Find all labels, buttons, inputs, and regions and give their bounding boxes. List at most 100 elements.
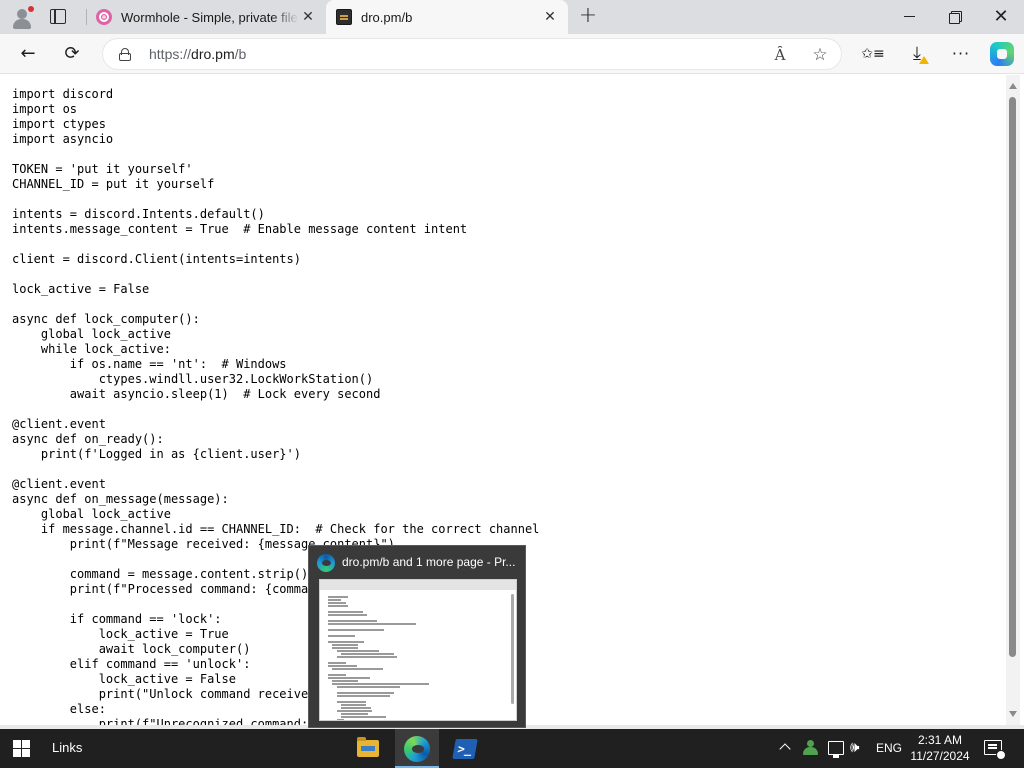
code-line: @client.event [12,417,106,431]
preview-code-line [328,623,417,625]
wormhole-icon [96,9,112,25]
code-line: print(f"Processed command: {command}") [69,582,345,596]
preview-code-line [328,674,347,676]
preview-code-line [328,596,348,598]
preview-code-line [336,701,367,703]
clock-time: 2:31 AM [917,733,963,747]
preview-code-line [328,605,348,607]
lock-icon[interactable] [119,48,131,61]
taskbar-file-explorer[interactable] [346,729,390,768]
read-aloud-icon[interactable]: Ȃ [769,44,791,66]
code-line: async def on_message(message): [12,492,229,506]
url-host: dro.pm [191,46,235,62]
preview-code-line [332,644,358,646]
code-line: intents = discord.Intents.default() [12,207,265,221]
taskbar-edge[interactable] [395,729,439,768]
tab-close-icon[interactable]: ✕ [300,9,316,25]
scroll-down-icon[interactable] [1009,711,1017,717]
taskbar-thumbnail-preview[interactable]: dro.pm/b and 1 more page - Pr... [308,545,526,728]
code-line: lock_active = False [12,282,150,296]
code-line: import asyncio [12,132,114,146]
preview-code-line [332,680,358,682]
code-line: else: [69,702,106,716]
code-line: while lock_active: [40,342,171,356]
copilot-icon[interactable] [990,42,1014,66]
favorite-star-icon[interactable]: ☆ [809,44,831,66]
volume-icon[interactable]: 🕪 [850,738,859,768]
profile-avatar-icon[interactable] [10,6,34,30]
back-button[interactable]: ← [16,42,40,66]
url-text[interactable]: https://dro.pm/b [149,46,246,62]
code-line: global lock_active [40,507,171,521]
vertical-scrollbar[interactable] [1006,75,1020,725]
preview-code-line [336,650,379,652]
system-clock[interactable]: 2:31 AM 11/27/2024 [908,732,972,764]
preview-code-line [328,602,347,604]
favorites-icon[interactable]: ✩≡ [861,42,885,66]
code-line: async def lock_computer(): [12,312,200,326]
code-line: async def on_ready(): [12,432,164,446]
preview-code-line [332,668,383,670]
show-hidden-icons-chevron-icon[interactable] [778,741,792,755]
tab-close-icon[interactable]: ✕ [542,9,558,25]
edge-icon [317,554,335,572]
notification-badge [996,750,1006,760]
code-line: lock_active = True [98,627,229,641]
scrollbar-thumb[interactable] [1009,97,1016,657]
close-window-button[interactable]: ✕ [978,0,1024,34]
preview-code-line [328,677,370,679]
preview-code-line [341,716,386,718]
people-icon[interactable] [802,739,820,757]
tab-strip: Wormhole - Simple, private file sh ✕ dro… [0,0,1024,34]
address-bar[interactable]: https://dro.pm/b Ȃ ☆ [102,38,842,70]
preview-code-line [336,695,390,697]
code-line: import os [12,102,78,116]
preview-code-line [328,635,355,637]
tab-wormhole[interactable]: Wormhole - Simple, private file sh ✕ [86,0,326,34]
more-options-icon[interactable]: ··· [949,42,973,66]
tab-dro-pm[interactable]: dro.pm/b ✕ [326,0,568,34]
tab-actions-icon[interactable] [50,9,66,24]
preview-thumbnail[interactable] [319,579,517,721]
code-line: print("Unlock command received") [98,687,330,701]
restore-button[interactable] [932,0,978,34]
preview-code-line [328,614,368,616]
preview-code-line [328,641,365,643]
preview-code-line [328,599,341,601]
code-line: @client.event [12,477,106,491]
preview-title: dro.pm/b and 1 more page - Pr... [342,555,516,569]
preview-code-line [341,653,395,655]
preview-code-line [328,665,358,667]
code-line: elif command == 'unlock': [69,657,251,671]
preview-code-line [341,713,368,715]
code-line: intents.message_content = True # Enable … [12,222,468,236]
code-line: if os.name == 'nt': # Windows [69,357,287,371]
network-icon[interactable] [828,741,844,758]
code-line: client = discord.Client(intents=intents) [12,252,301,266]
tab-title: dro.pm/b [361,9,413,25]
download-warning-icon [919,56,929,64]
edge-icon [404,736,430,762]
powershell-icon: >_ [452,739,478,759]
preview-code-line [328,629,384,631]
dro-pm-icon [336,9,352,25]
taskbar-powershell[interactable]: >_ [443,729,487,768]
preview-code-line [328,611,363,613]
input-language-indicator[interactable]: ENG [876,741,902,768]
new-tab-button[interactable]: + [577,5,599,27]
code-line: print(f'Logged in as {client.user}') [40,447,301,461]
windows-start-icon[interactable] [13,740,31,758]
links-toolbar[interactable]: Links [52,740,82,755]
code-line: ctypes.windll.user32.LockWorkStation() [98,372,374,386]
preview-code-line [332,647,358,649]
scroll-up-icon[interactable] [1009,83,1017,89]
preview-code-line [328,662,347,664]
code-line: CHANNEL_ID = put it yourself [12,177,215,191]
refresh-button[interactable]: ⟳ [60,42,84,66]
preview-code-line [328,620,377,622]
preview-code-line [341,707,371,709]
code-line: if command == 'lock': [69,612,222,626]
preview-code-line [336,692,395,694]
code-line: TOKEN = 'put it yourself' [12,162,193,176]
minimize-button[interactable] [886,0,932,34]
